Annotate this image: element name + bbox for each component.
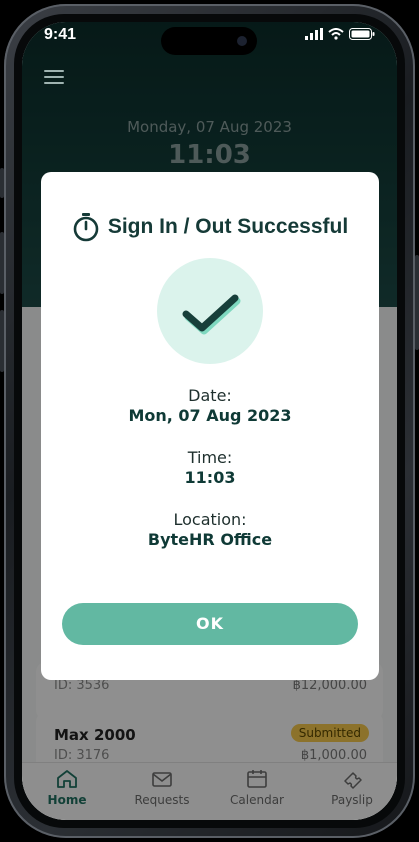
dialog-header: Sign In / Out Successful (41, 212, 379, 242)
time-value: 11:03 (184, 468, 236, 487)
hamburger-menu-icon[interactable] (44, 70, 64, 84)
side-button-volume-up (0, 232, 4, 294)
status-icons (305, 28, 375, 40)
date-label: Date: (188, 386, 232, 405)
success-check-badge (157, 258, 263, 364)
success-dialog: Sign In / Out Successful Date: Mon, 07 A… (41, 172, 379, 680)
dynamic-island (161, 27, 257, 55)
date-value: Mon, 07 Aug 2023 (128, 406, 292, 425)
location-value: ByteHR Office (147, 530, 273, 549)
status-time: 9:41 (44, 26, 77, 43)
side-button-power (415, 255, 419, 350)
side-button-mute (0, 168, 4, 198)
location-label: Location: (173, 510, 247, 529)
camera-icon (237, 36, 247, 46)
battery-icon (349, 28, 375, 40)
checkmark-icon (182, 294, 241, 335)
stopwatch-icon (73, 213, 99, 242)
signal-icon (305, 28, 323, 40)
wifi-icon (328, 28, 344, 40)
dialog-title: Sign In / Out Successful (107, 215, 349, 238)
side-button-volume-down (0, 310, 4, 372)
time-label: Time: (187, 448, 233, 467)
ok-button[interactable]: OK (62, 603, 358, 645)
